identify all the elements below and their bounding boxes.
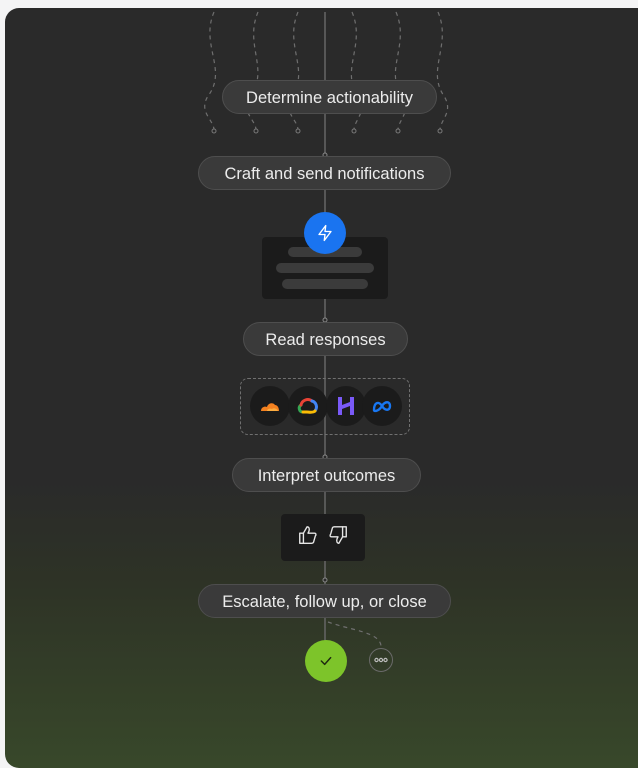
step-escalate-follow-up-close: Escalate, follow up, or close (198, 584, 451, 618)
thumbs-down-icon (327, 524, 349, 551)
checkmark-icon (305, 640, 347, 682)
google-cloud-icon (288, 386, 328, 426)
step-label: Escalate, follow up, or close (222, 593, 427, 611)
step-label: Craft and send notifications (224, 165, 425, 183)
step-label: Read responses (265, 331, 386, 349)
heroku-icon (326, 386, 366, 426)
step-label: Determine actionability (246, 89, 413, 107)
step-read-responses: Read responses (243, 322, 408, 356)
message-line (282, 279, 368, 289)
step-craft-send-notifications: Craft and send notifications (198, 156, 451, 190)
step-interpret-outcomes: Interpret outcomes (232, 458, 421, 492)
thumbs-up-icon (297, 524, 319, 551)
step-determine-actionability: Determine actionability (222, 80, 437, 114)
cloudflare-icon (250, 386, 290, 426)
lightning-bolt-icon (304, 212, 346, 254)
meta-icon (362, 386, 402, 426)
feedback-card (281, 514, 365, 561)
more-options-icon (369, 648, 393, 672)
message-line (276, 263, 374, 273)
step-label: Interpret outcomes (257, 467, 396, 485)
